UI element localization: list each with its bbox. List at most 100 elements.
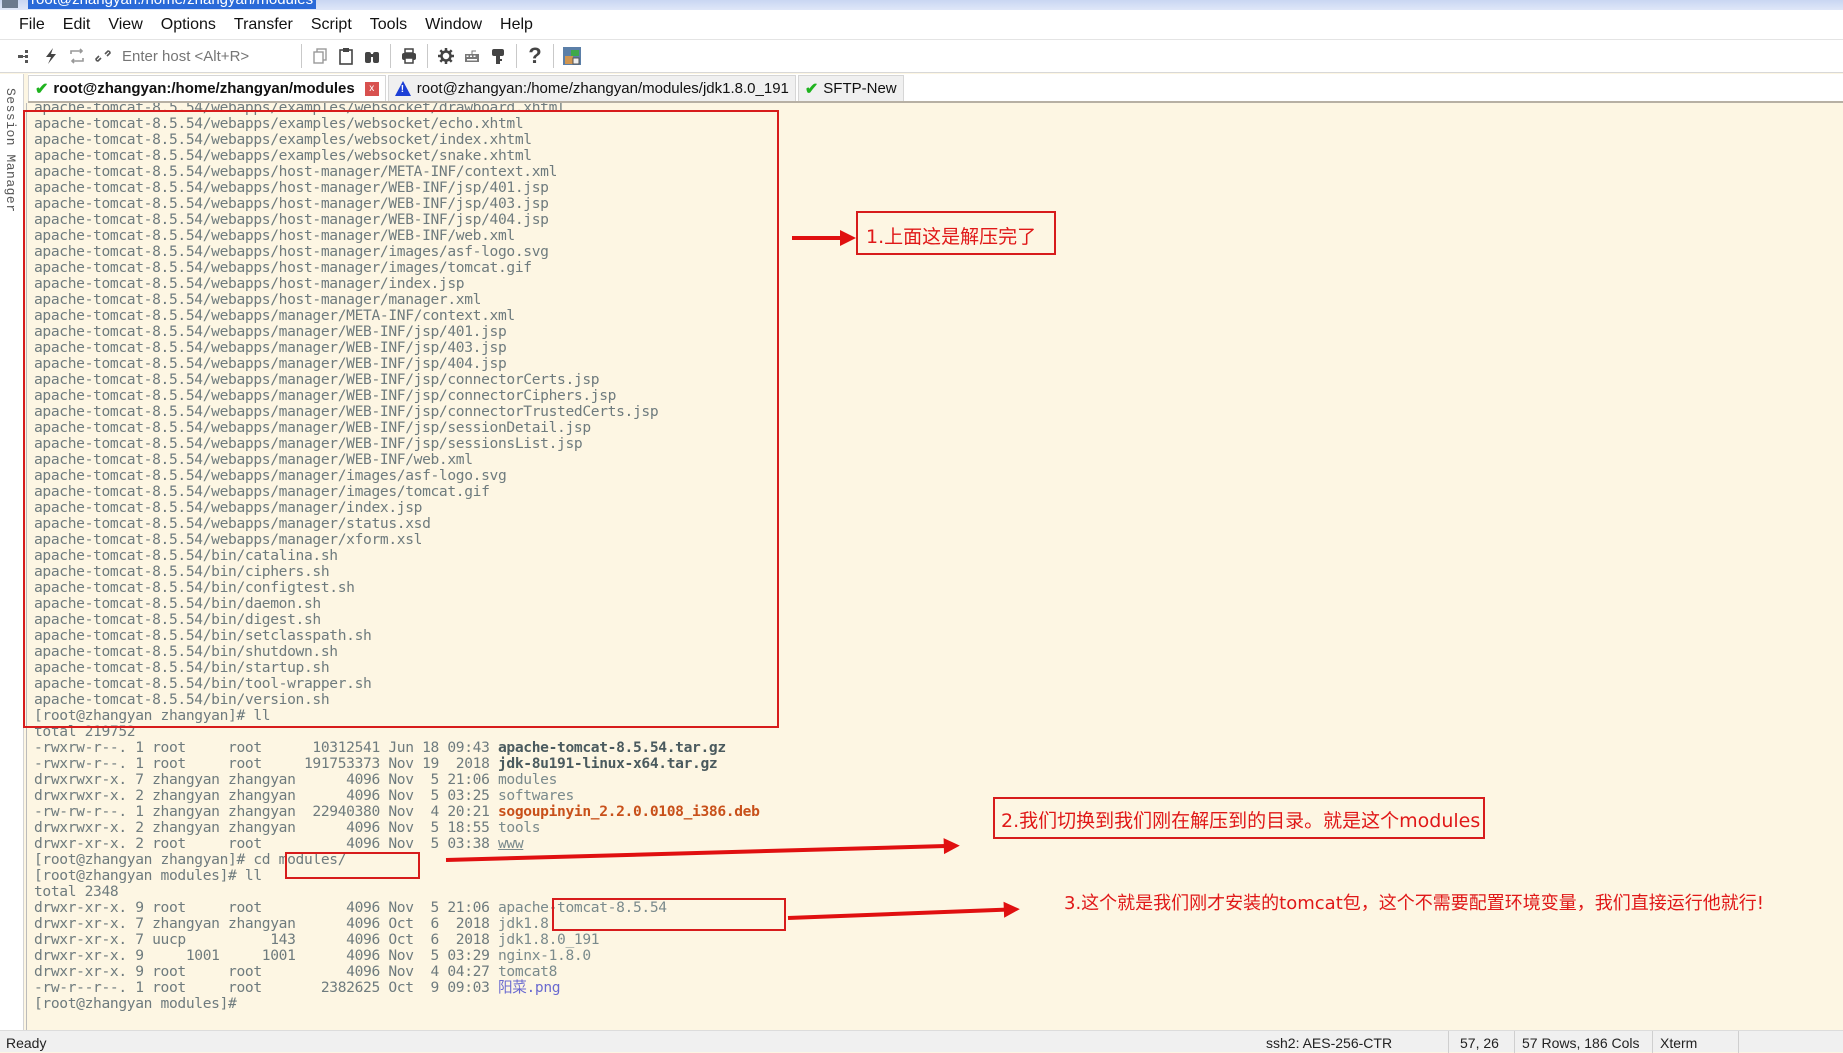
status-divider [1448, 1031, 1449, 1053]
file-listing-row: -rw-r--r--. 1 root root 2382625 Oct 9 09… [34, 980, 760, 996]
file-name: softwares [498, 787, 574, 804]
connected-check-icon: ✔ [35, 80, 49, 98]
file-name: jdk-8u191-linux-x64.tar.gz [498, 755, 718, 772]
file-name: www [498, 835, 524, 852]
print-icon[interactable] [396, 43, 422, 69]
toolbar: ? [0, 40, 1843, 73]
warning-icon [394, 81, 411, 96]
file-name: tomcat8 [498, 963, 558, 980]
menu-file[interactable]: File [10, 10, 54, 40]
file-name: sogoupinyin_2.2.0.0108_i386.deb [498, 803, 760, 820]
terminal-text: total 2348 [34, 883, 119, 900]
file-meta: drwxr-xr-x. 9 1001 1001 4096 Nov 5 03:29 [34, 947, 498, 964]
reconnect-icon[interactable] [64, 43, 90, 69]
menu-edit[interactable]: Edit [54, 10, 100, 40]
enter-host-input[interactable] [116, 44, 296, 68]
keymap-icon[interactable] [459, 43, 485, 69]
connect-icon[interactable] [12, 43, 38, 69]
file-meta: drwxr-xr-x. 9 root root 4096 Nov 4 04:27 [34, 963, 498, 980]
tab-modules[interactable]: ✔ root@zhangyan:/home/zhangyan/modules x [28, 75, 386, 101]
file-name: nginx-1.8.0 [498, 947, 591, 964]
file-meta: drwxr-xr-x. 7 zhangyan zhangyan 4096 Oct… [34, 915, 498, 932]
file-listing-row: -rwxrw-r--. 1 root root 191753373 Nov 19… [34, 756, 760, 772]
file-name: jdk1.8.0_191 [498, 931, 600, 948]
annotation-text-1: 1.上面这是解压完了 [866, 226, 1037, 248]
key-icon[interactable] [485, 43, 511, 69]
file-name: 阳菜.png [498, 979, 561, 996]
file-meta: drwxrwxr-x. 2 zhangyan zhangyan 4096 Nov… [34, 787, 498, 804]
file-listing-row: drwxr-xr-x. 9 1001 1001 4096 Nov 5 03:29… [34, 948, 760, 964]
file-name: tools [498, 819, 541, 836]
status-term: Xterm [1660, 1035, 1698, 1051]
paste-icon[interactable] [333, 43, 359, 69]
status-divider [1652, 1031, 1653, 1053]
menu-view[interactable]: View [99, 10, 151, 40]
menu-options[interactable]: Options [152, 10, 225, 40]
sftp-icon[interactable] [559, 43, 585, 69]
file-meta: -rw-rw-r--. 1 zhangyan zhangyan 22940380… [34, 803, 498, 820]
file-meta: drwxrwxr-x. 2 zhangyan zhangyan 4096 Nov… [34, 819, 498, 836]
file-listing-row: drwxr-xr-x. 7 uucp 143 4096 Oct 6 2018 j… [34, 932, 760, 948]
tab-sftp[interactable]: ✔ SFTP-New [797, 75, 904, 101]
status-bar: Ready ssh2: AES-256-CTR 57, 26 57 Rows, … [0, 1030, 1843, 1053]
annotation-text-3: 3.这个就是我们刚才安装的tomcat包，这个不需要配置环境变量，我们直接运行他… [1064, 893, 1764, 914]
menu-script[interactable]: Script [302, 10, 361, 40]
file-meta: drwxr-xr-x. 7 uucp 143 4096 Oct 6 2018 [34, 931, 498, 948]
file-meta: drwxr-xr-x. 9 root root 4096 Nov 5 21:06 [34, 899, 498, 916]
cd-command-highlight [285, 852, 420, 879]
status-ready: Ready [6, 1035, 47, 1051]
menu-bar: File Edit View Options Transfer Script T… [0, 10, 1843, 40]
file-listing-row: drwxr-xr-x. 9 root root 4096 Nov 4 04:27… [34, 964, 760, 980]
annotation-text-2: 2.我们切换到我们刚在解压到的目录。就是这个modules [1001, 810, 1481, 832]
tomcat-dir-highlight [552, 898, 786, 931]
annotation-arrow-1 [792, 230, 856, 246]
file-listing-row: drwxrwxr-x. 2 zhangyan zhangyan 4096 Nov… [34, 820, 760, 836]
file-name: apache-tomcat-8.5.54.tar.gz [498, 739, 726, 756]
terminal-text: [root@zhangyan zhangyan]# [34, 851, 254, 868]
file-meta: drwxr-xr-x. 2 root root 4096 Nov 5 03:38 [34, 835, 498, 852]
connected-check-icon: ✔ [804, 80, 819, 98]
file-listing-row: drwxrwxr-x. 7 zhangyan zhangyan 4096 Nov… [34, 772, 760, 788]
quick-connect-icon[interactable] [38, 43, 64, 69]
menu-tools[interactable]: Tools [361, 10, 416, 40]
terminal-text: [root@zhangyan modules]# ll [34, 867, 262, 884]
menu-help[interactable]: Help [491, 10, 542, 40]
help-icon[interactable]: ? [522, 43, 548, 69]
extract-output-highlight [23, 110, 779, 728]
tab-jdk[interactable]: root@zhangyan:/home/zhangyan/modules/jdk… [387, 75, 796, 101]
find-icon[interactable] [359, 43, 385, 69]
settings-icon[interactable] [433, 43, 459, 69]
toolbar-divider [301, 44, 302, 68]
disconnect-icon[interactable] [90, 43, 116, 69]
tab-label: root@zhangyan:/home/zhangyan/modules/jdk… [416, 80, 789, 97]
session-tab-bar: ✔ root@zhangyan:/home/zhangyan/modules x… [28, 74, 1843, 103]
window-title: root@zhangyan:/home/zhangyan/modules [28, 0, 317, 9]
title-bar: root@zhangyan:/home/zhangyan/modules [0, 0, 1843, 10]
menu-window[interactable]: Window [416, 10, 491, 40]
file-meta: -rwxrw-r--. 1 root root 191753373 Nov 19… [34, 755, 498, 772]
terminal-text: [root@zhangyan modules]# [34, 995, 245, 1012]
menu-transfer[interactable]: Transfer [225, 10, 302, 40]
file-name: jdk1.8 [498, 915, 549, 932]
close-tab-icon[interactable]: x [364, 81, 379, 96]
file-name: modules [498, 771, 558, 788]
file-listing-row: drwxr-xr-x. 2 root root 4096 Nov 5 03:38… [34, 836, 760, 852]
toolbar-divider [427, 44, 428, 68]
tab-label: root@zhangyan:/home/zhangyan/modules [53, 80, 355, 97]
session-manager-tab[interactable]: Session Manager [0, 74, 24, 1030]
file-meta: -rwxrw-r--. 1 root root 10312541 Jun 18 … [34, 739, 498, 756]
file-meta: -rw-r--r--. 1 root root 2382625 Oct 9 09… [34, 979, 498, 996]
status-cipher: ssh2: AES-256-CTR [1266, 1035, 1393, 1051]
terminal-prompt: [root@zhangyan modules]# [34, 996, 760, 1012]
toolbar-divider [390, 44, 391, 68]
status-cursor: 57, 26 [1460, 1035, 1499, 1051]
status-divider [1514, 1031, 1515, 1053]
file-listing-row: -rwxrw-r--. 1 root root 10312541 Jun 18 … [34, 740, 760, 756]
file-listing-row: drwxrwxr-x. 2 zhangyan zhangyan 4096 Nov… [34, 788, 760, 804]
toolbar-divider [516, 44, 517, 68]
copy-icon[interactable] [307, 43, 333, 69]
tab-label: SFTP-New [823, 80, 897, 97]
toolbar-divider [553, 44, 554, 68]
file-meta: drwxrwxr-x. 7 zhangyan zhangyan 4096 Nov… [34, 771, 498, 788]
status-size: 57 Rows, 186 Cols [1522, 1035, 1640, 1051]
